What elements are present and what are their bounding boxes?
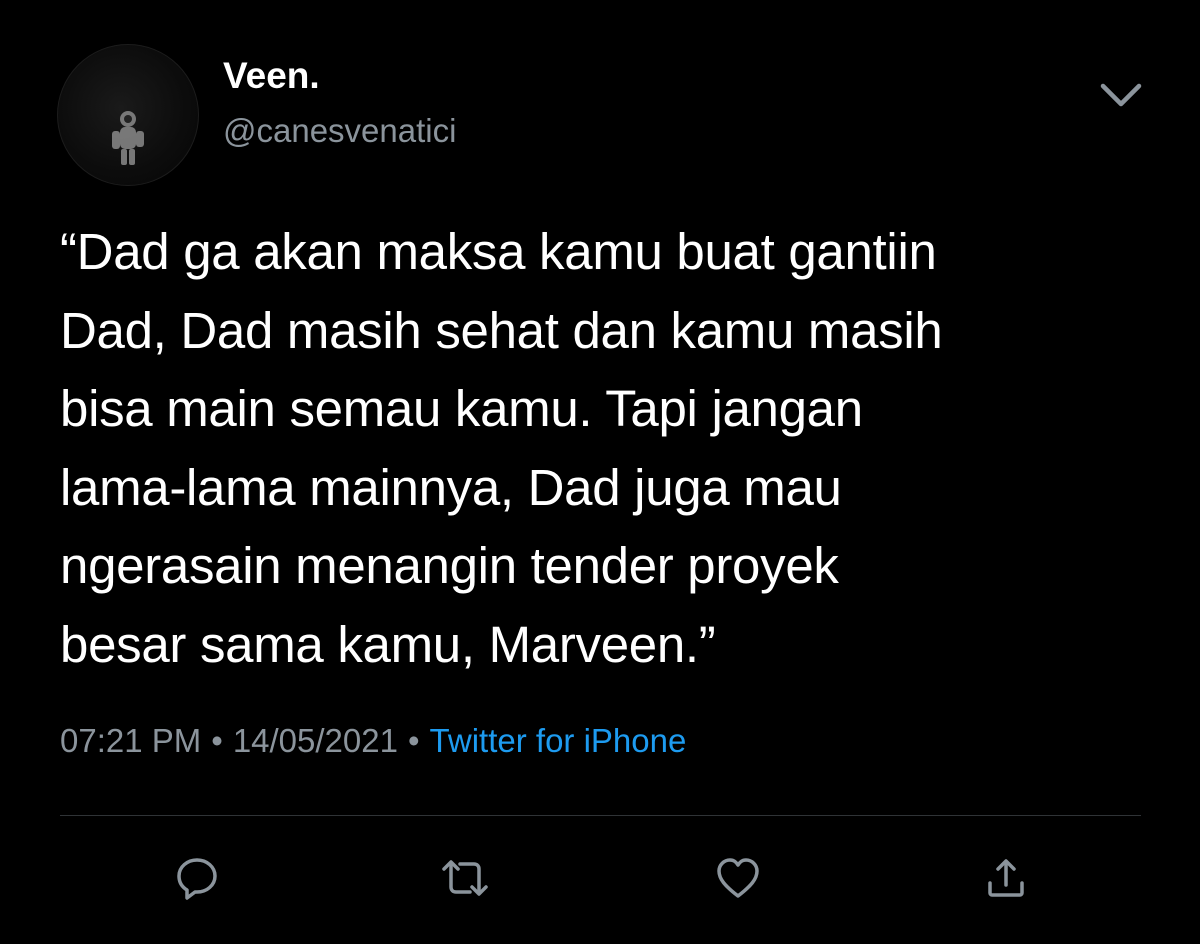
tweet-text: “Dad ga akan maksa kamu buat gantiin Dad… [60, 213, 1160, 684]
meta-separator: • [211, 722, 223, 759]
tweet-text-line: ngerasain menangin tender proyek [60, 537, 839, 594]
reply-button[interactable] [169, 850, 225, 906]
tweet-text-line: “Dad ga akan maksa kamu buat gantiin [60, 223, 937, 280]
share-icon [988, 859, 1024, 897]
astronaut-avatar-image [112, 111, 144, 165]
meta-separator: • [407, 722, 420, 759]
tweet-text-line: Dad, Dad masih sehat dan kamu masih [60, 301, 943, 359]
retweet-button[interactable] [437, 850, 493, 906]
tweet-text-line: lama-lama mainnya, Dad juga mau [60, 458, 842, 516]
chevron-down-icon[interactable] [1095, 76, 1147, 116]
tweet-date: 14/05/2021 [232, 722, 398, 759]
tweet-card: Veen. @canesvenatici “Dad ga akan maksa … [0, 0, 1200, 944]
display-name[interactable]: Veen. [223, 52, 320, 100]
divider [60, 815, 1141, 816]
reply-icon [177, 858, 217, 900]
retweet-icon [442, 860, 488, 896]
tweet-time: 07:21 PM [60, 722, 202, 759]
tweet-text-line: besar sama kamu, Marveen.” [60, 615, 716, 673]
tweet-meta: 07:21 PM • 14/05/2021 • Twitter for iPhone [60, 716, 686, 766]
heart-icon [717, 858, 759, 898]
tweet-text-line: bisa main semau kamu. Tapi jangan [60, 380, 863, 437]
share-button[interactable] [978, 850, 1034, 906]
avatar[interactable] [57, 44, 199, 186]
user-handle[interactable]: @canesvenatici [223, 109, 456, 153]
like-button[interactable] [710, 850, 766, 906]
tweet-source-link[interactable]: Twitter for iPhone [430, 722, 687, 759]
